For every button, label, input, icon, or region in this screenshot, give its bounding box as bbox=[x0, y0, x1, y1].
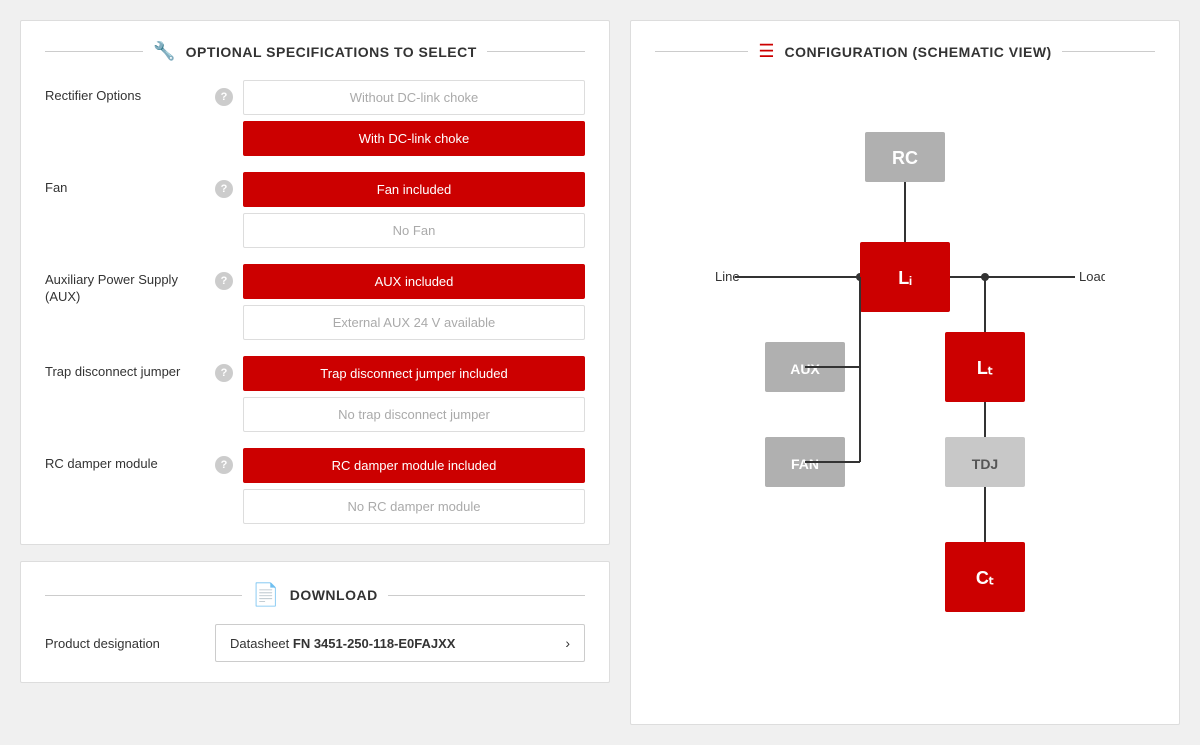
product-designation-label: Product designation bbox=[45, 636, 205, 651]
fan-row: Fan ? Fan included No Fan bbox=[45, 172, 585, 248]
no-fan-btn[interactable]: No Fan bbox=[243, 213, 585, 248]
rc-label: RC bbox=[892, 148, 918, 168]
optional-specs-title: OPTIONAL SPECIFICATIONS TO SELECT bbox=[186, 44, 477, 60]
rectifier-help-icon[interactable]: ? bbox=[215, 88, 233, 106]
no-rc-damper-btn[interactable]: No RC damper module bbox=[243, 489, 585, 524]
with-dc-link-choke-btn[interactable]: With DC-link choke bbox=[243, 121, 585, 156]
trap-label: Trap disconnect jumper bbox=[45, 356, 205, 381]
fan-label: FAN bbox=[791, 456, 819, 472]
tdj-label: TDJ bbox=[972, 456, 998, 472]
aux-help-icon[interactable]: ? bbox=[215, 272, 233, 290]
schematic-area: RC Line Lᵢ Load AUX Lₜ bbox=[655, 80, 1155, 704]
schematic-panel: ☰ CONFIGURATION (SCHEMATIC VIEW) RC Line… bbox=[630, 20, 1180, 725]
trap-options-group: Trap disconnect jumper included No trap … bbox=[243, 356, 585, 432]
optional-specs-panel: 🔧 OPTIONAL SPECIFICATIONS TO SELECT Rect… bbox=[20, 20, 610, 545]
datasheet-text: Datasheet FN 3451-250-118-E0FAJXX bbox=[230, 636, 455, 651]
rectifier-options-row: Rectifier Options ? Without DC-link chok… bbox=[45, 80, 585, 156]
aux-label: AUX bbox=[790, 361, 820, 377]
download-title: DOWNLOAD bbox=[290, 587, 378, 603]
download-panel: 📄 DOWNLOAD Product designation Datasheet… bbox=[20, 561, 610, 683]
product-designation-row: Product designation Datasheet FN 3451-25… bbox=[45, 624, 585, 662]
rc-damper-options-group: RC damper module included No RC damper m… bbox=[243, 448, 585, 524]
rc-damper-included-btn[interactable]: RC damper module included bbox=[243, 448, 585, 483]
schematic-svg: RC Line Lᵢ Load AUX Lₜ bbox=[705, 112, 1105, 672]
fan-help-icon[interactable]: ? bbox=[215, 180, 233, 198]
datasheet-download-btn[interactable]: Datasheet FN 3451-250-118-E0FAJXX › bbox=[215, 624, 585, 662]
aux-options-group: AUX included External AUX 24 V available bbox=[243, 264, 585, 340]
rc-damper-help-icon[interactable]: ? bbox=[215, 456, 233, 474]
rc-damper-label: RC damper module bbox=[45, 448, 205, 473]
rectifier-options-group: Without DC-link choke With DC-link choke bbox=[243, 80, 585, 156]
lt-label: Lₜ bbox=[977, 358, 993, 378]
trap-included-btn[interactable]: Trap disconnect jumper included bbox=[243, 356, 585, 391]
fan-included-btn[interactable]: Fan included bbox=[243, 172, 585, 207]
aux-label: Auxiliary Power Supply (AUX) bbox=[45, 264, 205, 306]
rc-damper-row: RC damper module ? RC damper module incl… bbox=[45, 448, 585, 524]
ct-label: Cₜ bbox=[976, 568, 994, 588]
without-dc-link-choke-btn[interactable]: Without DC-link choke bbox=[243, 80, 585, 115]
fan-options-group: Fan included No Fan bbox=[243, 172, 585, 248]
wrench-icon: 🔧 bbox=[153, 41, 175, 62]
download-icon: 📄 bbox=[252, 582, 279, 608]
external-aux-btn[interactable]: External AUX 24 V available bbox=[243, 305, 585, 340]
optional-specs-header: 🔧 OPTIONAL SPECIFICATIONS TO SELECT bbox=[45, 41, 585, 62]
fan-label: Fan bbox=[45, 172, 205, 197]
arrow-right-icon: › bbox=[565, 635, 570, 651]
schematic-header: ☰ CONFIGURATION (SCHEMATIC VIEW) bbox=[655, 41, 1155, 62]
line-label: Line bbox=[715, 269, 740, 284]
aux-included-btn[interactable]: AUX included bbox=[243, 264, 585, 299]
aux-row: Auxiliary Power Supply (AUX) ? AUX inclu… bbox=[45, 264, 585, 340]
load-label: Load bbox=[1079, 269, 1105, 284]
schematic-title: CONFIGURATION (SCHEMATIC VIEW) bbox=[784, 44, 1051, 60]
li-label: Lᵢ bbox=[898, 268, 912, 288]
schematic-icon: ☰ bbox=[758, 41, 774, 62]
trap-row: Trap disconnect jumper ? Trap disconnect… bbox=[45, 356, 585, 432]
rectifier-options-label: Rectifier Options bbox=[45, 80, 205, 105]
left-column: 🔧 OPTIONAL SPECIFICATIONS TO SELECT Rect… bbox=[20, 20, 610, 683]
no-trap-btn[interactable]: No trap disconnect jumper bbox=[243, 397, 585, 432]
trap-help-icon[interactable]: ? bbox=[215, 364, 233, 382]
